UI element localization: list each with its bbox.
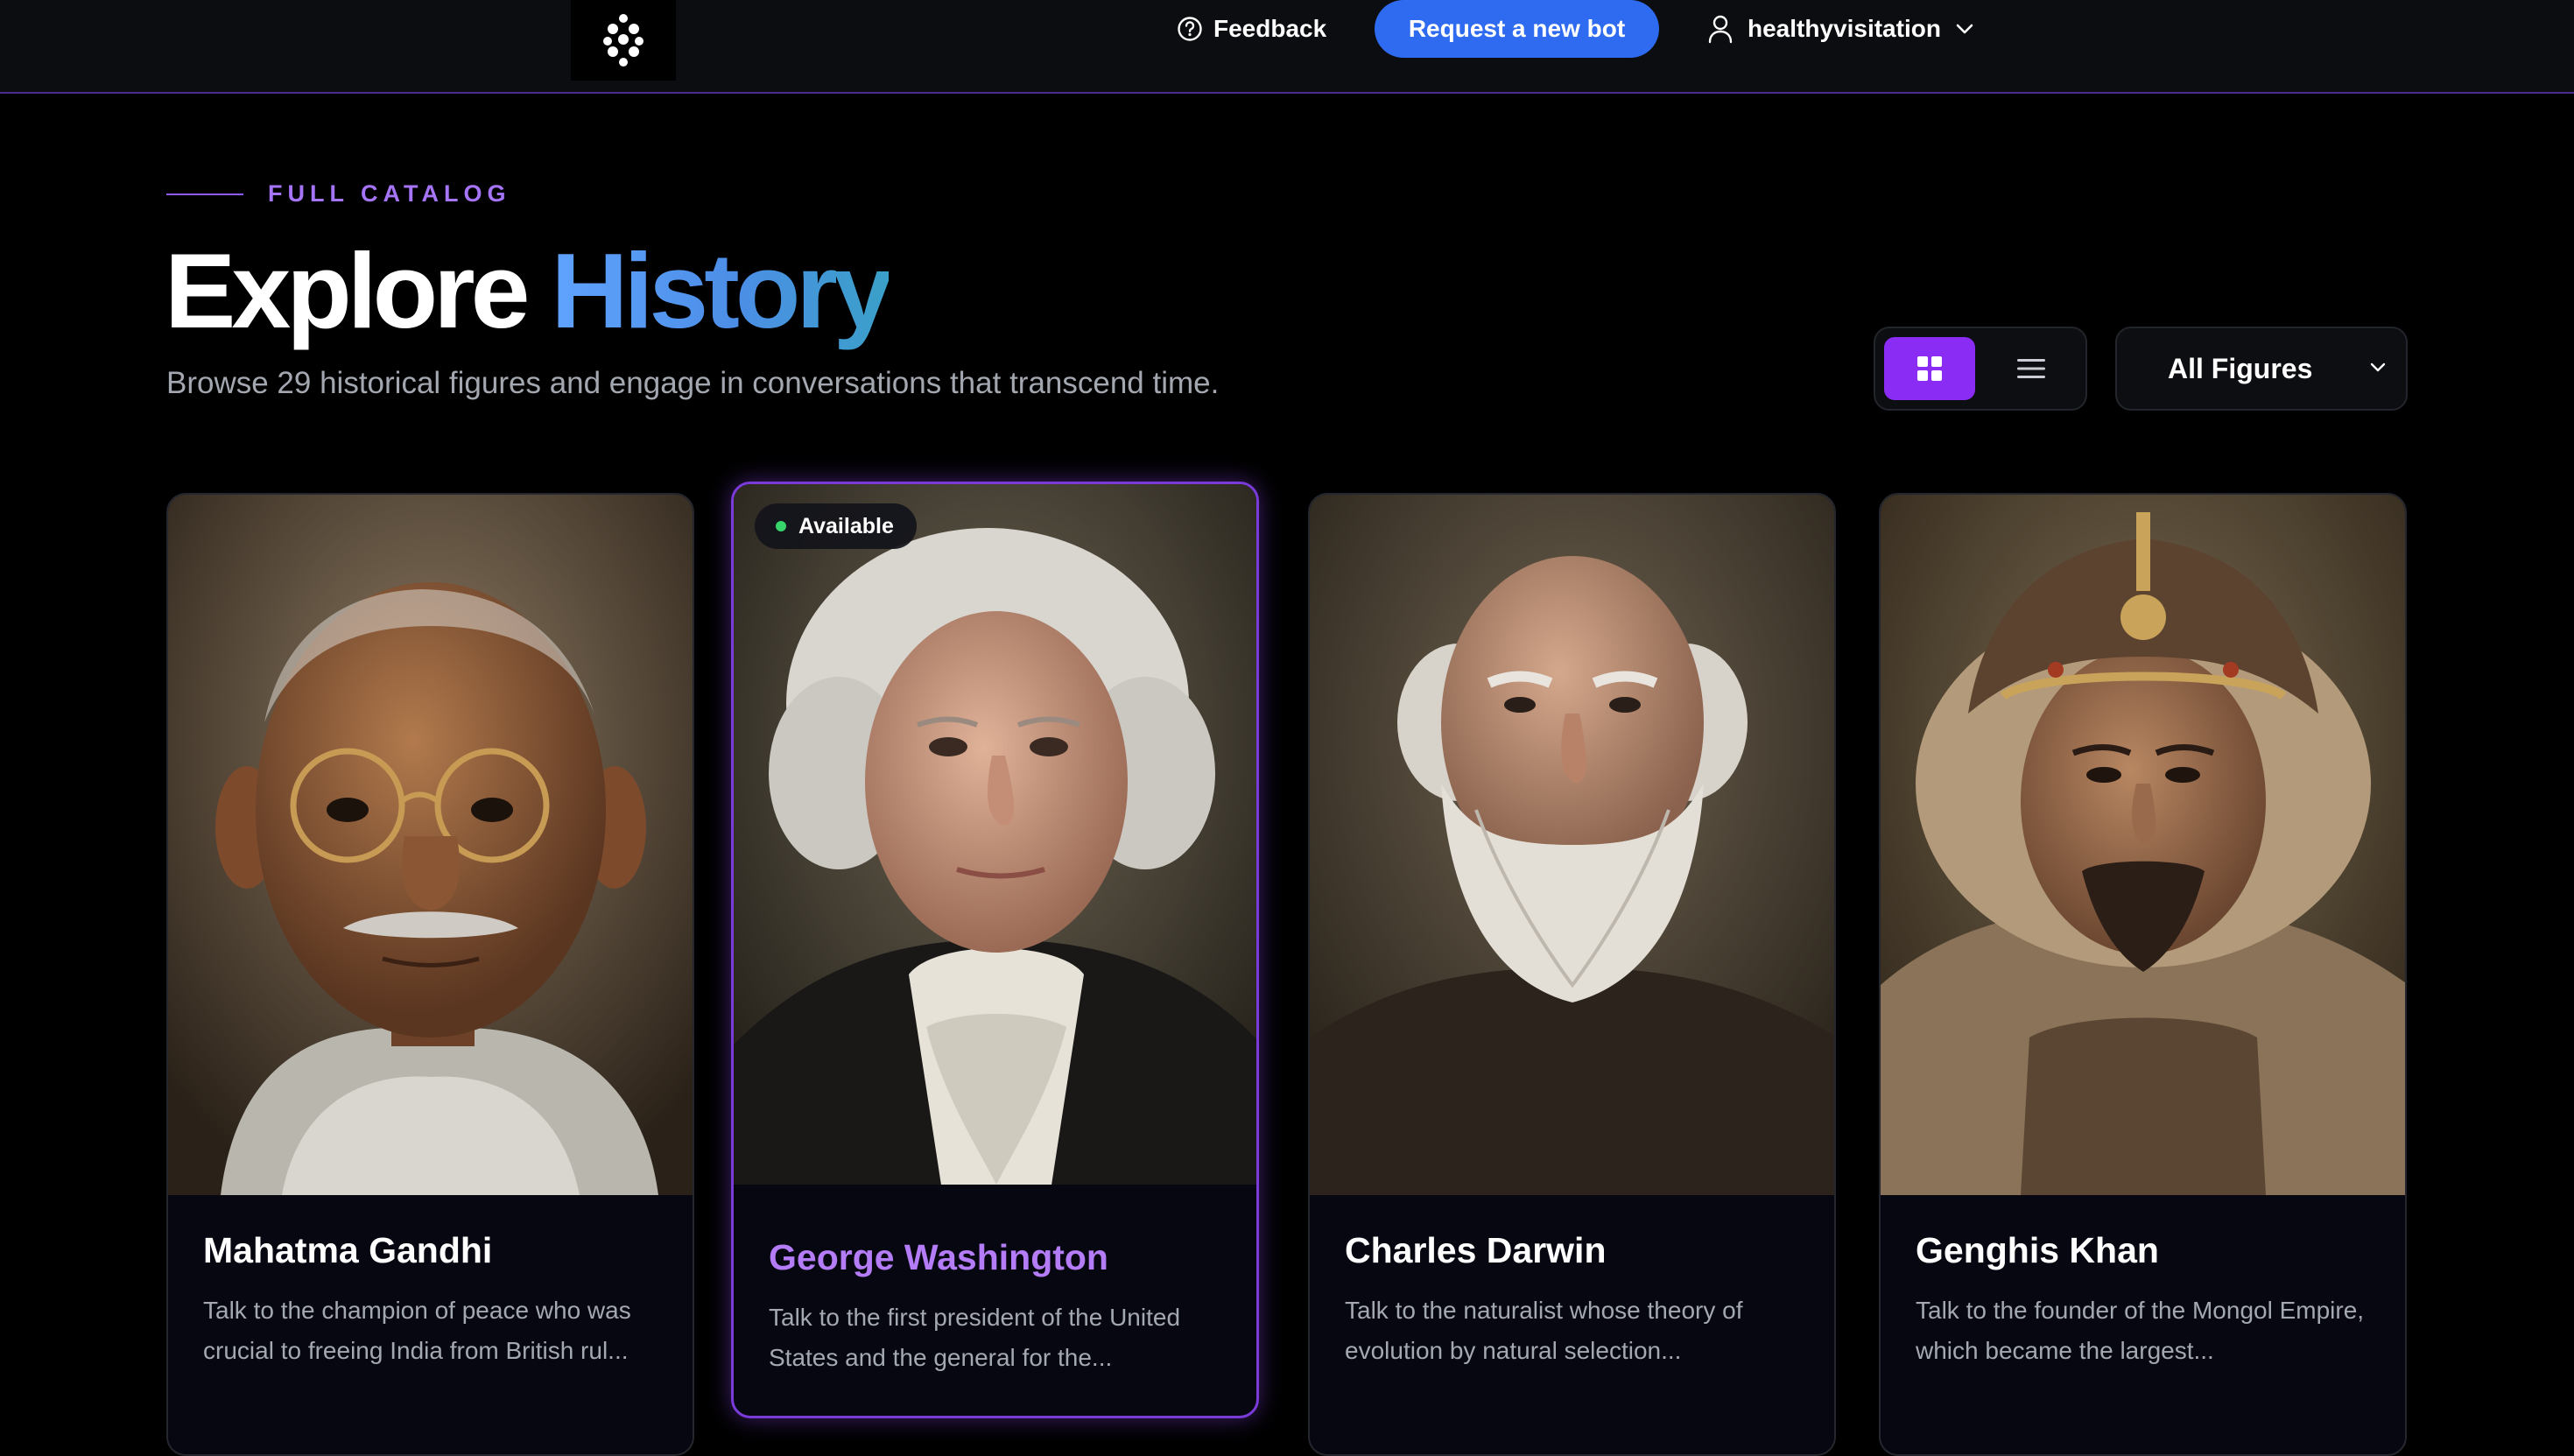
feedback-label: Feedback [1213,15,1327,42]
username-label: healthyvisitation [1748,15,1941,42]
figure-card[interactable]: Mahatma Gandhi Talk to the champion of p… [166,493,694,1456]
figure-description: Talk to the champion of peace who was cr… [203,1297,631,1364]
catalog-eyebrow: FULL CATALOG [166,180,510,207]
request-new-bot-button[interactable]: Request a new bot [1375,0,1659,58]
card-body: Charles Darwin Talk to the naturalist wh… [1310,1195,1834,1371]
figure-card-featured[interactable]: Available George Washington Talk to the … [731,482,1259,1418]
page-title-accent: History [551,231,892,350]
question-circle-icon [1178,17,1202,41]
figure-card[interactable]: Charles Darwin Talk to the naturalist wh… [1308,493,1836,1456]
list-view-button[interactable] [1986,337,2077,400]
dots-cluster-logo-icon [603,14,644,67]
chevron-down-icon [1956,24,1973,34]
eyebrow-divider [166,193,243,195]
view-toggle [1874,327,2087,411]
figure-name: Mahatma Gandhi [203,1230,493,1270]
filter-selected-value: All Figures [2168,352,2313,384]
badge-label: Available [798,513,894,538]
availability-badge: Available [755,503,917,549]
figure-description: Talk to the first president of the Unite… [769,1304,1181,1371]
portrait-image [1310,495,1834,1195]
page-subtitle: Browse 29 historical figures and engage … [166,366,1220,400]
grid-icon [1917,356,1942,381]
figure-filter-select[interactable]: All Figures [2115,327,2408,411]
page-title: Explore History [165,229,893,352]
list-icon [2017,359,2045,378]
chevron-down-icon [2370,362,2386,372]
grid-view-button[interactable] [1884,337,1975,400]
top-navigation: Feedback Request a new bot healthyvisita… [0,0,2574,94]
card-body: Mahatma Gandhi Talk to the champion of p… [168,1195,693,1371]
portrait-image [168,495,693,1195]
eyebrow-label: FULL CATALOG [268,180,511,207]
page-title-main: Explore [165,231,530,350]
user-icon [1708,15,1733,44]
figure-description: Talk to the founder of the Mongol Empire… [1916,1297,2365,1364]
card-body: Genghis Khan Talk to the founder of the … [1881,1195,2405,1371]
portrait-image [1881,495,2405,1195]
figure-card[interactable]: Genghis Khan Talk to the founder of the … [1879,493,2407,1456]
figure-name: Genghis Khan [1916,1230,2159,1270]
status-dot [776,521,786,531]
figure-description: Talk to the naturalist whose theory of e… [1345,1297,1743,1364]
card-body: George Washington Talk to the first pres… [734,1202,1256,1378]
user-menu[interactable]: healthyvisitation [1707,5,1974,53]
figure-name: George Washington [769,1237,1108,1277]
figure-name: Charles Darwin [1345,1230,1607,1270]
portrait-image [734,484,1256,1185]
feedback-link[interactable]: Feedback [1177,5,1326,53]
logo-button[interactable] [571,0,676,81]
